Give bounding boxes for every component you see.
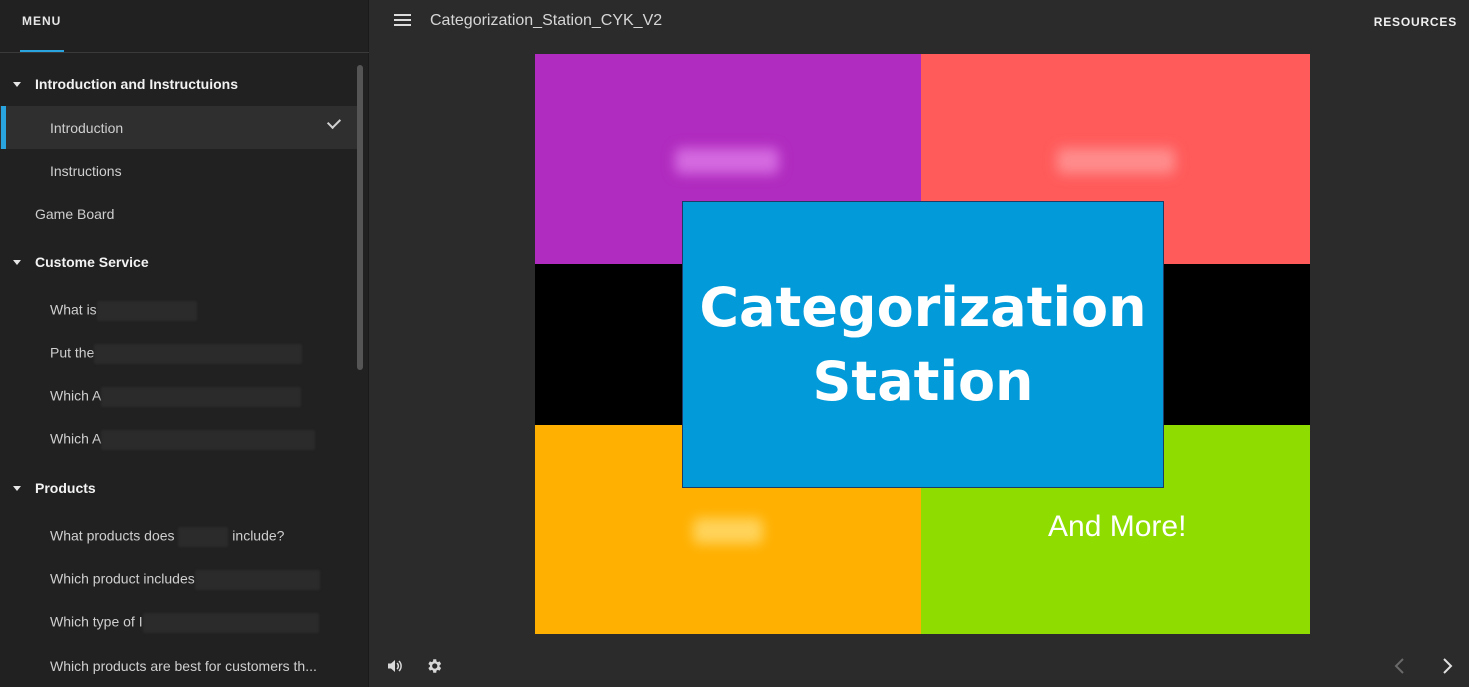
menu-item-label: Which type of I	[50, 613, 143, 630]
section-title: Custome Service	[35, 254, 149, 270]
menu-tab-underline	[20, 50, 64, 52]
redacted-text	[94, 343, 303, 364]
menu-label: MENU	[22, 14, 62, 28]
menu-item-which-a-2[interactable]: Which A	[0, 418, 358, 461]
menu-item-label: What is	[50, 301, 97, 318]
caret-down-icon	[13, 81, 21, 87]
menu-item-what-is[interactable]: What is	[0, 289, 358, 332]
chevron-right-icon[interactable]	[1437, 656, 1457, 676]
redacted-text	[101, 386, 302, 407]
gear-icon[interactable]	[425, 657, 443, 675]
slide-title-line1: Categorization	[699, 275, 1147, 339]
menu-item-instructions[interactable]: Instructions	[0, 149, 358, 192]
topbar: Categorization_Station_CYK_V2 RESOURCES	[369, 0, 1469, 44]
active-indicator	[1, 106, 6, 149]
menu-item-label: Instructions	[50, 162, 122, 179]
menu-item-text-wrap: Put the	[50, 343, 303, 364]
section-products[interactable]: Products	[0, 461, 358, 515]
menu-item-which-product[interactable]: Which product includes	[0, 558, 358, 601]
section-intro[interactable]: Introduction and Instructuions	[0, 62, 358, 106]
section-title: Introduction and Instructuions	[35, 76, 238, 92]
menu-item-text-wrap: What is	[50, 300, 197, 321]
menu-item-label: Which A	[50, 387, 102, 404]
app: MENU Introduction and Instructuions Intr…	[0, 0, 1469, 687]
menu-item-game-board[interactable]: Game Board	[0, 192, 358, 235]
menu-item-label: Which A	[50, 430, 102, 447]
redacted-text	[675, 148, 779, 174]
menu-item-which-type[interactable]: Which type of I	[0, 601, 358, 644]
menu-item-introduction[interactable]: Introduction	[0, 106, 358, 149]
menu-item-what-products[interactable]: What products does include?	[0, 515, 358, 558]
menu-item-text-wrap: What products does include?	[50, 526, 285, 547]
redacted-text	[693, 518, 763, 544]
menu-item-text-wrap: Which type of I	[50, 612, 319, 633]
menu-list: Introduction and Instructuions Introduct…	[0, 62, 358, 687]
menu-tab[interactable]: MENU	[0, 0, 369, 53]
sidebar: MENU Introduction and Instructuions Intr…	[0, 0, 369, 687]
volume-icon[interactable]	[387, 658, 403, 674]
tile-label-and-more: And More!	[1048, 510, 1187, 543]
menu-item-text-wrap: Which product includes	[50, 569, 320, 590]
section-customer-service[interactable]: Custome Service	[0, 235, 358, 289]
title-card: Categorization Station	[682, 201, 1164, 488]
redacted-text	[178, 526, 229, 547]
redacted-text	[142, 612, 319, 633]
menu-item-text-wrap: Which A	[50, 429, 316, 450]
redacted-text	[1057, 148, 1175, 174]
menu-item-label: Put the	[50, 344, 95, 361]
redacted-text	[96, 300, 197, 321]
sidebar-scrollbar[interactable]	[357, 65, 363, 370]
menu-item-text-wrap: Which A	[50, 386, 302, 407]
menu-item-label: Which product includes	[50, 570, 195, 587]
menu-item-label: What products does	[50, 527, 175, 544]
redacted-text	[101, 429, 316, 450]
hamburger-menu-icon[interactable]	[394, 14, 411, 27]
menu-item-put-the[interactable]: Put the	[0, 332, 358, 375]
slide-canvas: And More! Categorization Station	[535, 54, 1310, 634]
caret-down-icon	[13, 485, 21, 491]
chevron-left-icon[interactable]	[1390, 656, 1410, 676]
checkmark-icon	[326, 114, 342, 130]
menu-item-which-products-best[interactable]: Which products are best for customers th…	[0, 644, 358, 687]
section-title: Products	[35, 480, 96, 496]
menu-item-label: include?	[232, 527, 285, 544]
redacted-text	[194, 569, 320, 590]
slide-title-line2: Station	[812, 349, 1034, 413]
menu-item-which-a-1[interactable]: Which A	[0, 375, 358, 418]
resources-button[interactable]: RESOURCES	[1374, 15, 1457, 29]
caret-down-icon	[13, 259, 21, 265]
menu-item-label: Which products are best for customers th…	[50, 657, 317, 674]
menu-item-label: Game Board	[35, 205, 115, 222]
menu-item-label: Introduction	[50, 119, 124, 136]
course-title: Categorization_Station_CYK_V2	[430, 12, 663, 29]
